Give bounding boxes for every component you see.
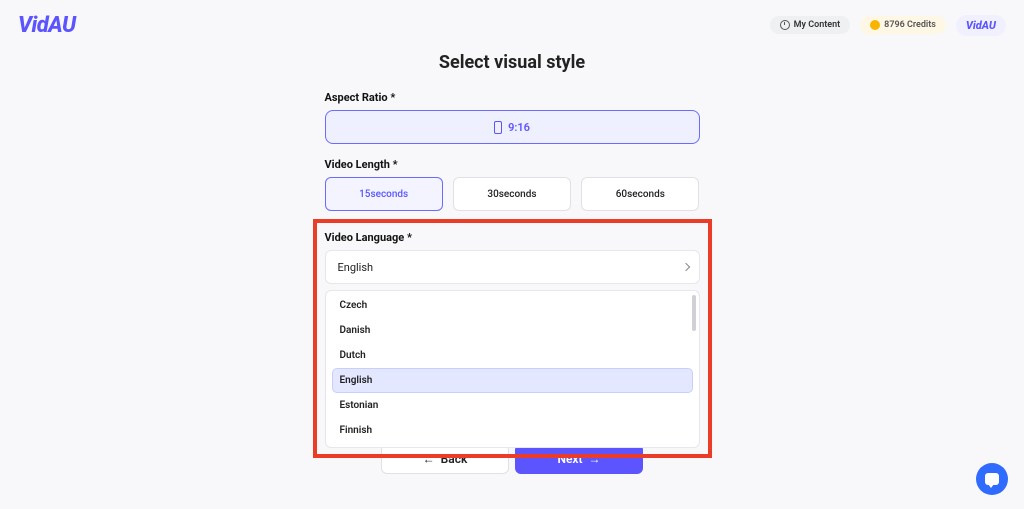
length-option-label: 15seconds [359,189,408,200]
topbar-right: My Content 8796 Credits VidAU [770,15,1006,36]
language-option-french[interactable]: French [332,443,693,448]
page-title: Select visual style [0,52,1024,73]
credits-label: 8796 Credits [884,20,936,30]
length-option-60[interactable]: 60seconds [581,177,699,211]
chevron-right-icon [681,263,689,271]
video-language-select[interactable]: English [325,250,700,284]
aspect-ratio-label: Aspect Ratio [325,91,700,104]
clock-icon [780,20,790,30]
video-language-label: Video Language [325,231,700,244]
chat-fab[interactable] [976,463,1008,495]
aspect-ratio-value: 9:16 [508,121,530,134]
aspect-ratio-option[interactable]: 9:16 [325,110,700,144]
language-option-finnish[interactable]: Finnish [332,418,693,443]
length-option-label: 60seconds [616,189,665,200]
credits-pill[interactable]: 8796 Credits [860,16,946,34]
scrollbar-thumb[interactable] [692,295,696,331]
topbar: VidAU My Content 8796 Credits VidAU [0,0,1024,42]
chat-icon [985,473,999,485]
language-option-english[interactable]: English [332,368,693,393]
brand-small-label: VidAU [966,19,996,32]
video-length-label: Video Length [325,158,700,171]
language-option-estonian[interactable]: Estonian [332,393,693,418]
portrait-device-icon [494,121,502,134]
form-area: Aspect Ratio 9:16 Video Length 15seconds… [325,91,700,488]
length-option-label: 30seconds [487,189,536,200]
language-option-czech[interactable]: Czech [332,293,693,318]
my-content-button[interactable]: My Content [770,16,851,34]
length-option-15[interactable]: 15seconds [325,177,443,211]
video-language-highlight: Video Language English Czech Danish Dutc… [313,219,712,458]
my-content-label: My Content [794,20,841,30]
video-language-selected: English [338,261,374,274]
brand-logo: VidAU [18,13,76,38]
language-option-danish[interactable]: Danish [332,318,693,343]
length-option-30[interactable]: 30seconds [453,177,571,211]
coin-icon [870,20,880,30]
language-option-dutch[interactable]: Dutch [332,343,693,368]
avatar-brand[interactable]: VidAU [956,15,1006,36]
video-language-dropdown: Czech Danish Dutch English Estonian Finn… [325,290,700,448]
